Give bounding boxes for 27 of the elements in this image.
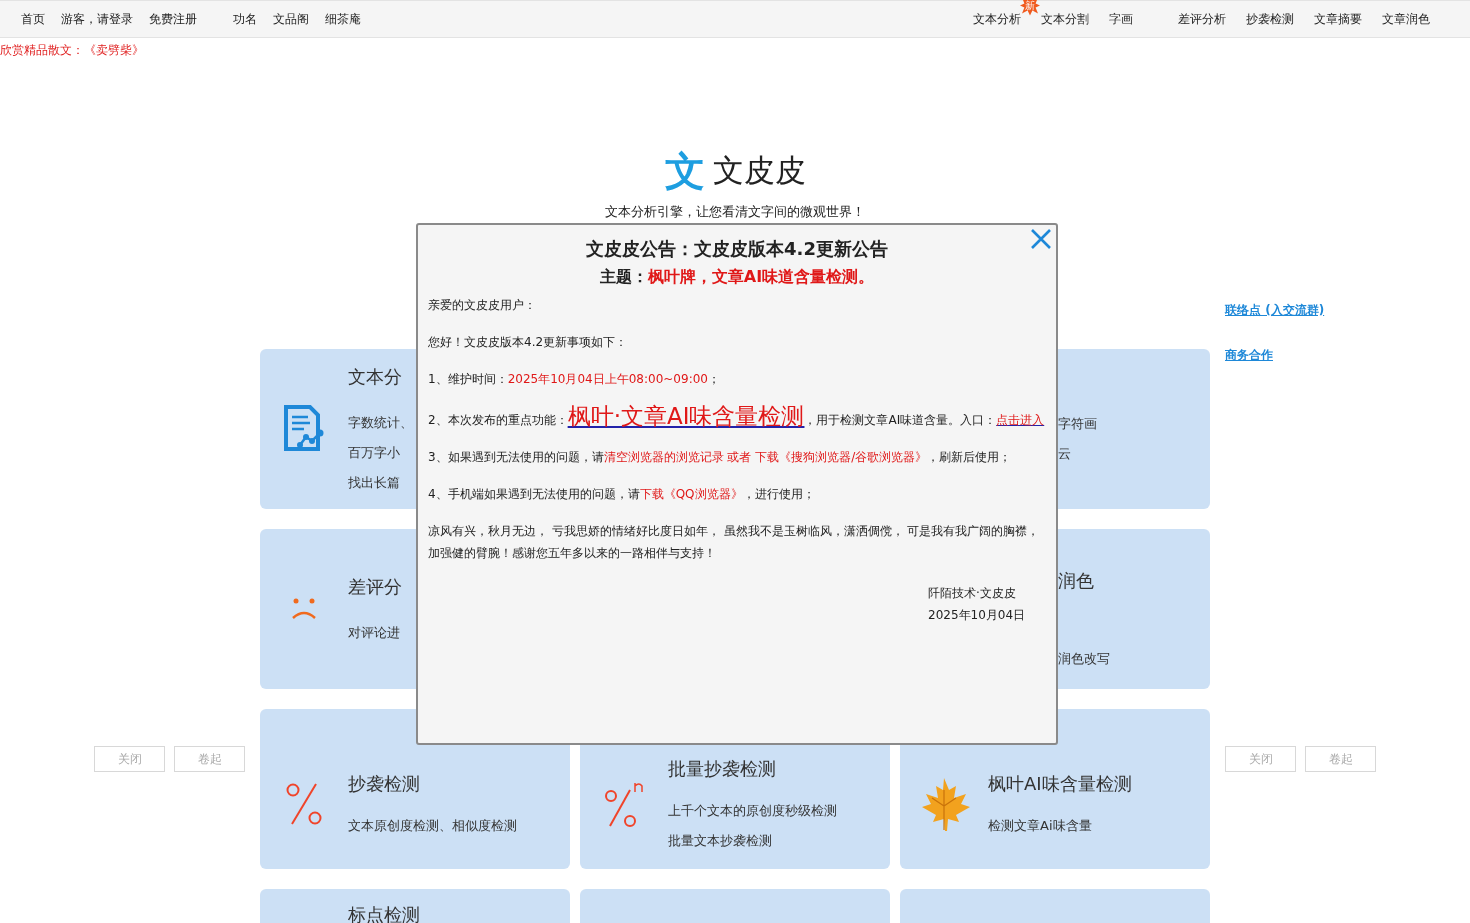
- tagline: 文本分析引擎，让您看清文字间的微观世界！: [604, 203, 866, 221]
- card-description: 找出长篇: [348, 474, 401, 492]
- card-title: 批量抄袭检测: [668, 757, 777, 781]
- card-description: 检测文章Ai味含量: [988, 817, 1093, 835]
- logo-name: 文皮皮: [712, 151, 806, 190]
- card-description: 润色改写: [1058, 650, 1110, 668]
- card-description: 上千个文本的原创度秒级检测: [668, 802, 837, 820]
- logo-mark: 文: [664, 151, 705, 191]
- signature-date: 2025年10月04日: [928, 607, 1026, 624]
- card-title: 润色: [1058, 569, 1095, 593]
- card-description: 文本原创度检测、相似度检测: [348, 817, 517, 835]
- card-description: 对评论进: [348, 624, 401, 642]
- card-title: 差评分: [348, 575, 402, 599]
- dialog-title: 文皮皮公告：文皮皮版本4.2更新公告: [585, 237, 889, 261]
- signature: 阡陌技术·文皮皮: [928, 585, 1016, 602]
- card-description: 字符画: [1058, 415, 1097, 433]
- card-description: 字数统计、: [348, 414, 413, 432]
- card-title: 抄袭检测: [348, 772, 421, 796]
- announcement-paragraph: 您好！文皮皮版本4.2更新事项如下：: [428, 334, 629, 351]
- new-badge: 新: [1020, 0, 1040, 16]
- card-title: 文本分: [348, 365, 403, 389]
- card-description: 云: [1058, 445, 1072, 463]
- card-description: 百万字小: [348, 444, 401, 462]
- card-title: 枫叶AI味含量检测: [988, 772, 1132, 796]
- dialog-subject: 主题：枫叶牌，文章AI味道含量检测。: [598, 267, 876, 288]
- card-description: 批量文本抄袭检测: [668, 832, 773, 850]
- announcement-paragraph: 亲爱的文皮皮用户：: [428, 297, 537, 314]
